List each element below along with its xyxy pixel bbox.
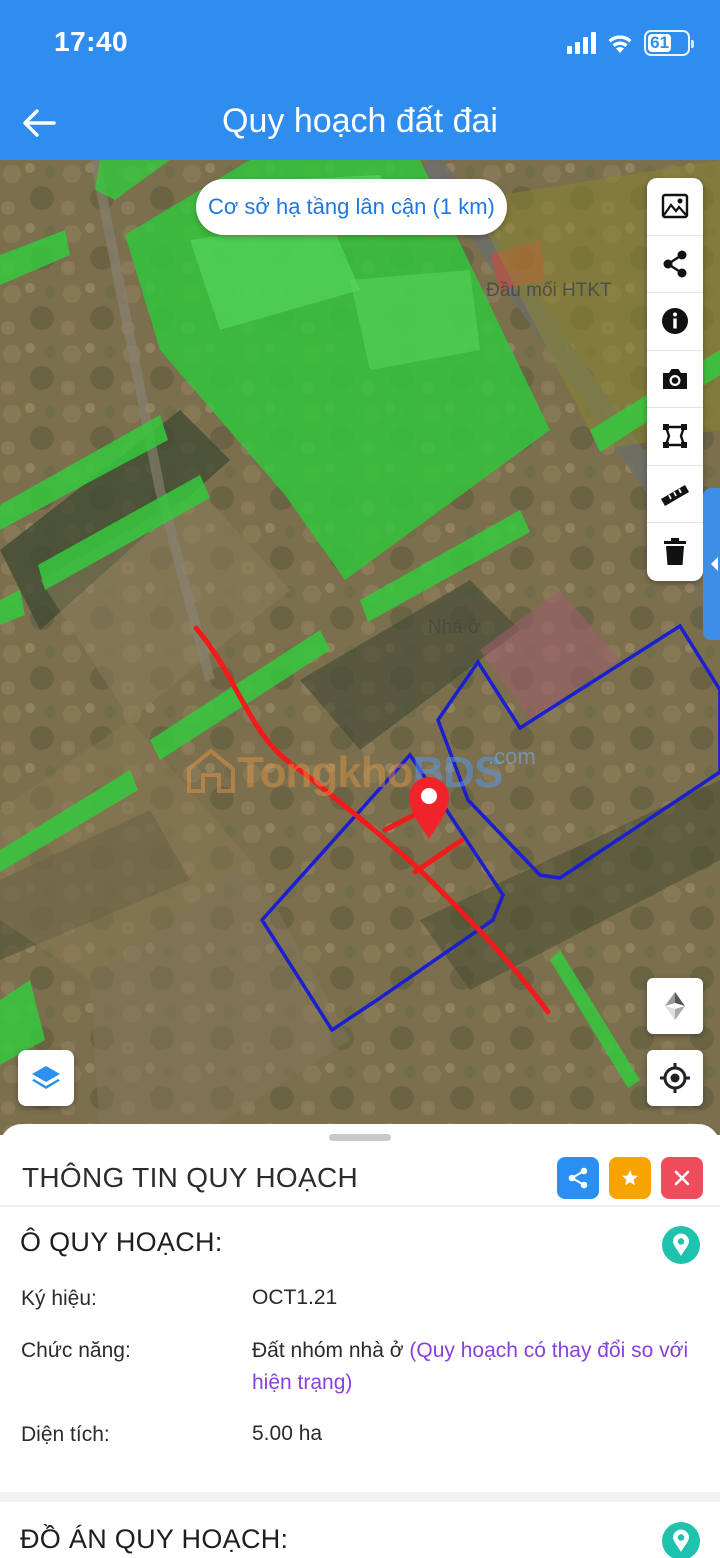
wifi-icon [608, 35, 632, 53]
map-label-utility: Đầu mối HTKT [486, 280, 612, 301]
close-sheet-button[interactable] [661, 1157, 703, 1199]
location-pin-icon[interactable] [407, 775, 451, 841]
watermark-suffix: .com [488, 744, 536, 769]
planning-map[interactable]: Đầu mối HTKT Nhà ở TongkhoBDS .com [0, 160, 720, 1135]
side-panel-toggle[interactable] [703, 488, 720, 640]
function-value: Đất nhóm nhà ở (Quy hoạch có thay đổi so… [252, 1335, 692, 1399]
map-label-housing: Nhà ở [428, 617, 481, 638]
sheet-title: THÔNG TIN QUY HOẠCH [22, 1162, 359, 1193]
share-info-button[interactable] [557, 1157, 599, 1199]
share-icon [568, 1167, 588, 1189]
symbol-label: Ký hiệu: [21, 1287, 97, 1310]
app-screen: 17:40 61 Quy hoạch đất đai Đầu mối HTKT … [0, 0, 720, 1558]
sheet-divider [0, 1205, 720, 1207]
image-layer-button[interactable] [647, 178, 703, 236]
share-map-button[interactable] [647, 236, 703, 293]
layers-button[interactable] [18, 1050, 74, 1106]
section-separator [0, 1492, 720, 1502]
area-value: 5.00 ha [252, 1422, 323, 1445]
star-icon [622, 1170, 638, 1186]
status-time: 17:40 [54, 26, 129, 57]
measure-button[interactable] [647, 466, 703, 523]
house-logo-icon [187, 748, 235, 793]
plot-locate-button[interactable] [662, 1226, 700, 1264]
area-label: Diện tích: [21, 1423, 110, 1446]
function-label: Chức năng: [21, 1339, 131, 1362]
page-title: Quy hoạch đất đai [222, 102, 498, 140]
compass-button[interactable] [647, 978, 703, 1034]
ruler-icon [661, 484, 689, 506]
battery-level: 61 [648, 33, 672, 52]
watermark-part1: Tongkho [237, 748, 413, 797]
function-main-text: Đất nhóm nhà ở [252, 1339, 404, 1362]
status-icons: 61 [567, 28, 694, 58]
satellite-map-layer [0, 160, 720, 1135]
chevron-left-icon [711, 557, 718, 571]
map-toolbar [647, 178, 703, 581]
my-location-button[interactable] [647, 1050, 703, 1106]
crosshair-icon [660, 1063, 690, 1093]
battery-icon: 61 [644, 30, 694, 56]
camera-icon [663, 368, 687, 389]
polygon-icon [663, 424, 687, 449]
section-title-plot: Ô QUY HOẠCH: [20, 1227, 223, 1257]
clear-button[interactable] [647, 523, 703, 581]
camera-button[interactable] [647, 351, 703, 408]
planning-info-sheet: THÔNG TIN QUY HOẠCH Ô QUY HOẠCH: Ký hiệu… [0, 1124, 720, 1558]
share-icon [663, 250, 687, 278]
symbol-value: OCT1.21 [252, 1286, 338, 1309]
draw-area-button[interactable] [647, 408, 703, 466]
compass-icon [665, 992, 685, 1020]
nearby-infrastructure-button[interactable]: Cơ sở hạ tầng lân cận (1 km) [196, 179, 507, 235]
trash-icon [664, 537, 686, 565]
cellular-signal-icon [567, 32, 596, 54]
sheet-drag-handle[interactable] [329, 1134, 391, 1141]
watermark-logo: TongkhoBDS [185, 745, 503, 798]
info-icon [662, 308, 688, 335]
project-locate-button[interactable] [662, 1522, 700, 1558]
app-header: 17:40 61 Quy hoạch đất đai [0, 0, 720, 160]
image-icon [661, 194, 689, 219]
map-marker-icon [673, 1529, 689, 1552]
info-button[interactable] [647, 293, 703, 351]
section-title-project: ĐỒ ÁN QUY HOẠCH: [20, 1524, 289, 1554]
favorite-button[interactable] [609, 1157, 651, 1199]
layers-icon [32, 1066, 60, 1089]
close-icon [674, 1170, 690, 1186]
map-marker-icon [673, 1233, 689, 1256]
